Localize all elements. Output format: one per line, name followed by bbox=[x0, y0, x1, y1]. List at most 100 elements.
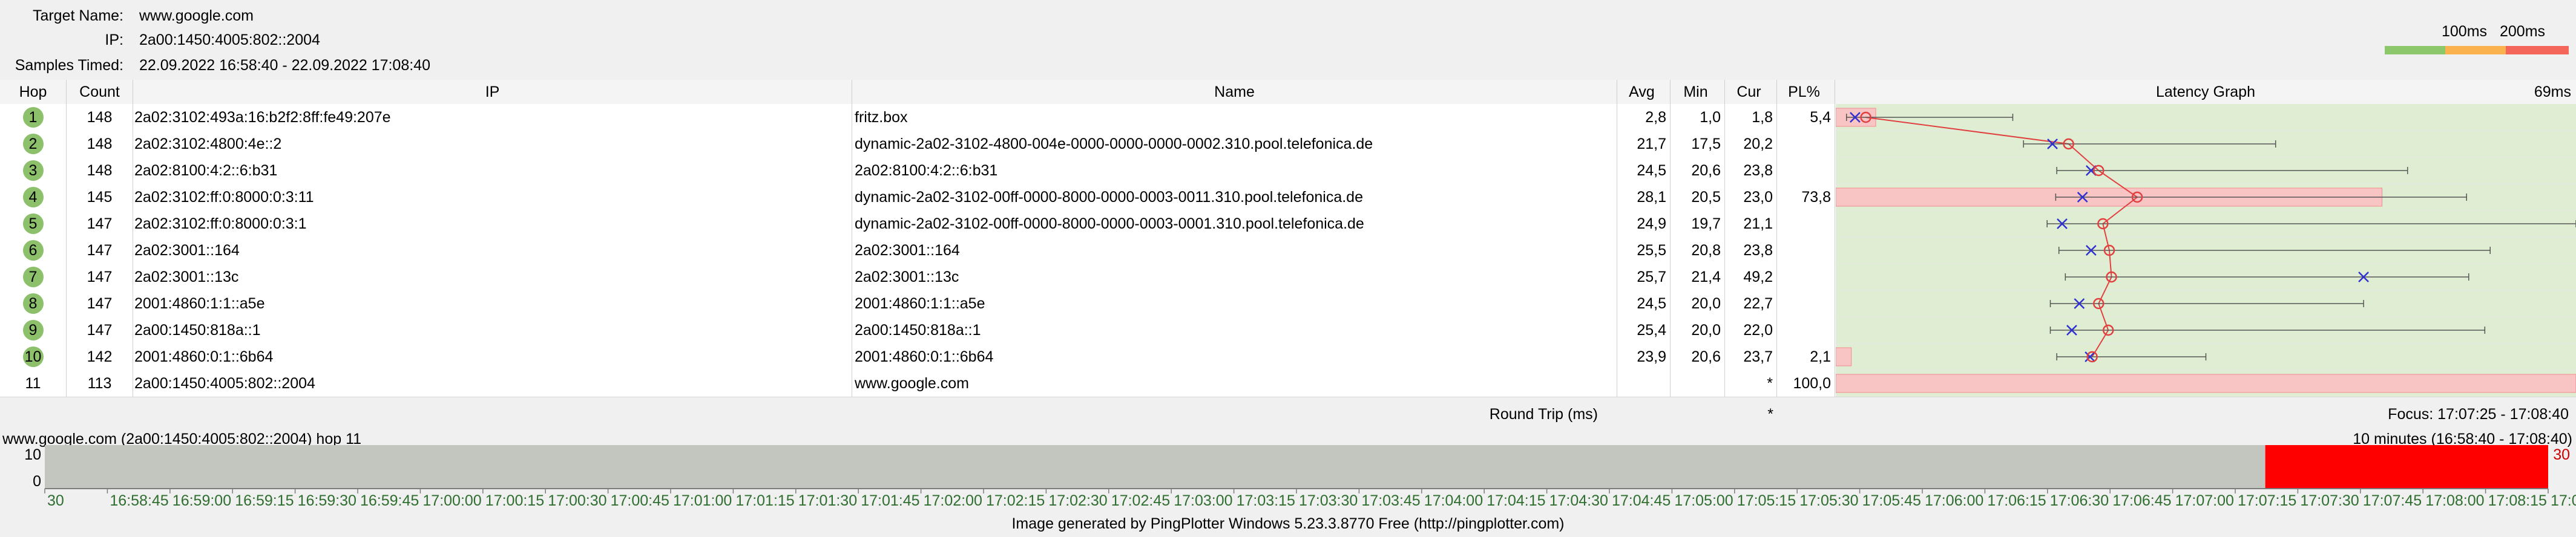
history-time-label: 17:03:30 bbox=[1299, 492, 1358, 509]
cell-avg: 24,5 bbox=[1617, 157, 1671, 184]
history-time-label: 17:08 bbox=[2551, 492, 2576, 509]
col-header-hop[interactable]: Hop bbox=[0, 80, 67, 104]
cell-hop: 10 bbox=[0, 343, 67, 370]
col-header-cur[interactable]: Cur bbox=[1725, 80, 1777, 104]
cell-cur: 22,0 bbox=[1725, 317, 1777, 343]
history-time-label: 17:04:30 bbox=[1549, 492, 1608, 509]
cell-count: 147 bbox=[67, 290, 133, 317]
cell-hop: 2 bbox=[0, 131, 67, 157]
cell-ip: 2a02:3001::164 bbox=[133, 237, 852, 264]
history-y-top: 10 bbox=[24, 446, 41, 463]
cell-cur: 20,2 bbox=[1725, 131, 1777, 157]
cell-name: 2a02:3001::13c bbox=[852, 264, 1617, 290]
cell-ip: 2a02:3102:ff:0:8000:0:3:1 bbox=[133, 210, 852, 237]
hop-status-icon: 6 bbox=[23, 240, 44, 261]
cell-min: 20,8 bbox=[1671, 237, 1725, 264]
history-time-label: 17:06:45 bbox=[2112, 492, 2171, 509]
cell-hop: 1 bbox=[0, 104, 67, 131]
history-time-label: 16:59:45 bbox=[360, 492, 419, 509]
cell-count: 148 bbox=[67, 104, 133, 131]
cell-min: 21,4 bbox=[1671, 264, 1725, 290]
col-header-min[interactable]: Min bbox=[1671, 80, 1725, 104]
col-header-avg[interactable]: Avg bbox=[1617, 80, 1671, 104]
history-plot-area bbox=[45, 445, 2548, 489]
history-time-label: 17:05:15 bbox=[1737, 492, 1796, 509]
cell-cur: 1,8 bbox=[1725, 104, 1777, 131]
cell-hop: 6 bbox=[0, 237, 67, 264]
history-time-label: 17:03:00 bbox=[1174, 492, 1232, 509]
cell-count: 113 bbox=[67, 370, 133, 397]
samples-timed-value: 22.09.2022 16:58:40 - 22.09.2022 17:08:4… bbox=[139, 57, 430, 74]
cell-cur: * bbox=[1725, 370, 1777, 397]
history-time-label: 17:00:45 bbox=[611, 492, 669, 509]
cell-pl bbox=[1777, 131, 1835, 157]
history-time-label: 17:07:00 bbox=[2175, 492, 2234, 509]
cell-count: 147 bbox=[67, 210, 133, 237]
cell-name: 2a00:1450:818a::1 bbox=[852, 317, 1617, 343]
cell-ip: 2a00:1450:4005:802::2004 bbox=[133, 370, 852, 397]
hop-status-icon: 8 bbox=[23, 293, 44, 314]
col-header-latency-graph[interactable]: Latency Graph 69ms bbox=[1835, 80, 2576, 104]
target-name-value: www.google.com bbox=[139, 7, 254, 25]
cell-cur: 49,2 bbox=[1725, 264, 1777, 290]
cell-avg: 25,7 bbox=[1617, 264, 1671, 290]
history-time-label: 17:03:15 bbox=[1237, 492, 1295, 509]
history-time-label: 17:02:00 bbox=[924, 492, 982, 509]
cell-hop: 3 bbox=[0, 157, 67, 184]
history-time-label: 17:01:45 bbox=[861, 492, 919, 509]
cell-pl: 100,0 bbox=[1777, 370, 1835, 397]
history-time-label: 17:00:00 bbox=[422, 492, 481, 509]
cell-min: 20,6 bbox=[1671, 157, 1725, 184]
cell-cur: 23,8 bbox=[1725, 157, 1777, 184]
cell-name: fritz.box bbox=[852, 104, 1617, 131]
latency-graph-title: Latency Graph bbox=[2156, 83, 2255, 100]
cell-avg: 25,5 bbox=[1617, 237, 1671, 264]
cell-count: 147 bbox=[67, 237, 133, 264]
col-header-ip[interactable]: IP bbox=[133, 80, 852, 104]
cell-min: 20,6 bbox=[1671, 343, 1725, 370]
cell-ip: 2001:4860:1:1::a5e bbox=[133, 290, 852, 317]
cell-avg: 28,1 bbox=[1617, 184, 1671, 210]
history-time-label: 16:58:45 bbox=[110, 492, 168, 509]
packet-loss-bar bbox=[1836, 374, 2576, 392]
cell-pl bbox=[1777, 157, 1835, 184]
cell-count: 148 bbox=[67, 131, 133, 157]
cell-name: 2a02:3001::164 bbox=[852, 237, 1617, 264]
history-time-label: 17:06:00 bbox=[1925, 492, 1983, 509]
cell-hop: 5 bbox=[0, 210, 67, 237]
packet-loss-bar bbox=[1836, 348, 1852, 366]
history-time-label: 17:05:45 bbox=[1862, 492, 1921, 509]
col-header-count[interactable]: Count bbox=[67, 80, 133, 104]
cell-min: 19,7 bbox=[1671, 210, 1725, 237]
scale-segment-good bbox=[2385, 46, 2445, 54]
cell-count: 142 bbox=[67, 343, 133, 370]
hop-status-icon: 5 bbox=[23, 213, 44, 234]
cell-ip: 2001:4860:0:1::6b64 bbox=[133, 343, 852, 370]
col-header-name[interactable]: Name bbox=[852, 80, 1617, 104]
roundtrip-label: Round Trip (ms) bbox=[1332, 402, 1598, 427]
cell-hop: 4 bbox=[0, 184, 67, 210]
cell-name: 2001:4860:1:1::a5e bbox=[852, 290, 1617, 317]
col-header-pl[interactable]: PL% bbox=[1777, 80, 1835, 104]
ip-value: 2a00:1450:4005:802::2004 bbox=[139, 31, 320, 49]
history-time-label: 17:04:00 bbox=[1424, 492, 1483, 509]
cell-min: 20,5 bbox=[1671, 184, 1725, 210]
history-time-label: 17:04:15 bbox=[1487, 492, 1545, 509]
cell-cur: 23,8 bbox=[1725, 237, 1777, 264]
cell-ip: 2a02:8100:4:2::6:b31 bbox=[133, 157, 852, 184]
history-time-label: 17:06:15 bbox=[1987, 492, 2046, 509]
cell-pl bbox=[1777, 317, 1835, 343]
history-graph[interactable]: 100303016:58:4516:59:0016:59:1516:59:301… bbox=[0, 445, 2576, 510]
cell-cur: 23,0 bbox=[1725, 184, 1777, 210]
cell-pl bbox=[1777, 237, 1835, 264]
scale-segment-warn bbox=[2445, 46, 2506, 54]
history-time-label: 17:00:15 bbox=[485, 492, 544, 509]
history-time-label: 30 bbox=[47, 492, 64, 509]
ip-label: IP: bbox=[0, 31, 123, 49]
cell-name: www.google.com bbox=[852, 370, 1617, 397]
history-time-label: 17:07:15 bbox=[2238, 492, 2296, 509]
history-loss-region bbox=[2266, 445, 2548, 489]
cell-avg: 24,5 bbox=[1617, 290, 1671, 317]
cell-min bbox=[1671, 370, 1725, 397]
scale-label-200ms: 200ms bbox=[2500, 23, 2545, 41]
